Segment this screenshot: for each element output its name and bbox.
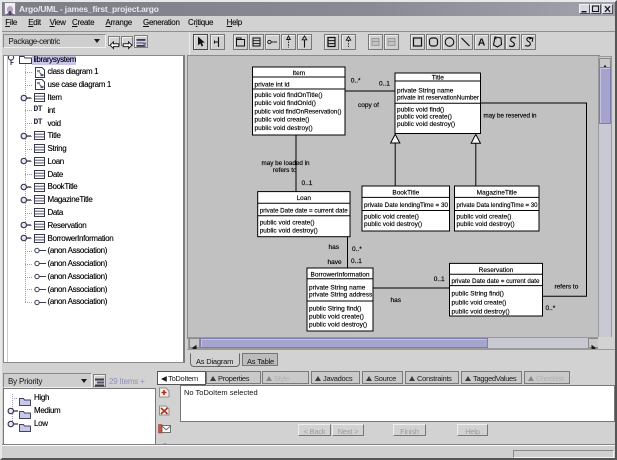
svg-text:public void findOnId(): public void findOnId(): [255, 100, 316, 107]
svg-text:0..1: 0..1: [302, 180, 313, 187]
svg-text:public void destroy(): public void destroy(): [397, 121, 455, 128]
svg-text:public void destroy(): public void destroy(): [457, 221, 515, 228]
svg-text:MagazineTitle: MagazineTitle: [477, 189, 518, 196]
svg-text:public void destroy(): public void destroy(): [260, 227, 318, 234]
svg-text:public void create(): public void create(): [457, 213, 512, 220]
svg-text:public void create(): public void create(): [260, 220, 315, 227]
svg-text:private Date date = current da: private Date date = current date: [260, 207, 348, 214]
svg-text:A: A: [477, 37, 485, 49]
svg-text:public void findOnReservation(: public void findOnReservation(): [255, 108, 342, 115]
svg-text:private String name: private String name: [397, 87, 454, 94]
svg-text:public void create(): public void create(): [255, 117, 310, 124]
svg-text:private Date lendingTime = 30: private Date lendingTime = 30: [364, 202, 448, 209]
svg-text:refers to: refers to: [555, 284, 579, 291]
svg-text:0..1: 0..1: [351, 258, 362, 265]
svg-text:0..*: 0..*: [352, 246, 362, 253]
svg-text:public void findOnTitle(): public void findOnTitle(): [255, 92, 323, 99]
svg-text:public void destroy(): public void destroy(): [452, 309, 510, 316]
svg-text:0..1: 0..1: [434, 276, 445, 283]
svg-text:public void destroy(): public void destroy(): [309, 322, 367, 329]
svg-text:Reservation: Reservation: [479, 267, 514, 274]
svg-text:public void destroy(): public void destroy(): [255, 125, 313, 132]
svg-text:have: have: [328, 259, 342, 266]
svg-text:Loan: Loan: [297, 195, 312, 202]
svg-text:BorrowerInformation: BorrowerInformation: [311, 272, 370, 279]
svg-text:refers to: refers to: [273, 167, 297, 174]
svg-text:private String address: private String address: [309, 292, 373, 299]
svg-text:may be reserved in: may be reserved in: [484, 113, 537, 120]
svg-text:private int id: private int id: [255, 81, 290, 88]
svg-text:Title: Title: [432, 74, 444, 81]
svg-text:Item: Item: [292, 70, 305, 77]
svg-text:public String find(): public String find(): [309, 306, 361, 313]
svg-text:copy of: copy of: [358, 102, 379, 109]
svg-text:public void create(): public void create(): [397, 114, 452, 121]
svg-text:may be loaded in: may be loaded in: [262, 160, 310, 167]
svg-text:private String name: private String name: [309, 285, 366, 292]
svg-text:has: has: [391, 297, 402, 304]
svg-text:has: has: [329, 244, 340, 251]
svg-text:0..*: 0..*: [351, 77, 361, 84]
svg-text:public void create(): public void create(): [309, 314, 364, 321]
svg-text:private int reservationNumber: private int reservationNumber: [397, 95, 480, 102]
svg-text:public void find(): public void find(): [397, 106, 444, 113]
svg-text:public void create(): public void create(): [364, 213, 419, 220]
svg-text:BookTitle: BookTitle: [392, 189, 419, 196]
svg-text:0..*: 0..*: [546, 305, 556, 312]
svg-text:private Date date = current da: private Date date = current date: [452, 278, 540, 285]
svg-text:0..1: 0..1: [379, 81, 390, 88]
svg-text:public void create(): public void create(): [452, 300, 507, 307]
svg-text:public String find(): public String find(): [452, 290, 504, 297]
svg-text:public void destroy(): public void destroy(): [364, 221, 422, 228]
svg-text:private Data lendingTime = 30: private Data lendingTime = 30: [457, 202, 538, 209]
